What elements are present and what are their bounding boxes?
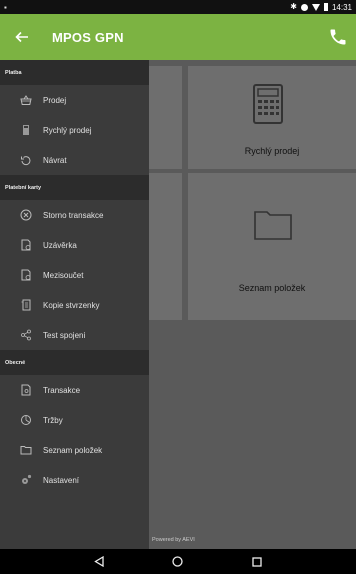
status-icons: ✱ 14:31	[290, 3, 352, 12]
status-time: 14:31	[331, 2, 352, 12]
drawer-item-mezisoucet[interactable]: Mezisoučet	[0, 260, 149, 290]
gear-icon	[19, 473, 33, 487]
drawer-item-label: Návrat	[43, 155, 67, 165]
drawer-item-label: Transakce	[43, 385, 81, 395]
bluetooth-icon: ✱	[290, 2, 297, 11]
drawer-item-label: Test spojeni	[43, 330, 86, 340]
drawer-item-label: Seznam položek	[43, 445, 103, 455]
drawer-item-prodej[interactable]: Prodej	[0, 85, 149, 115]
nav-back-button[interactable]	[92, 555, 106, 569]
share-icon	[19, 328, 33, 342]
section-header-obecne: Obecné	[0, 350, 149, 375]
triangle-back-icon	[94, 556, 104, 567]
drawer-item-seznam-polozek[interactable]: Seznam položek	[0, 435, 149, 465]
tile-rychly-prodej[interactable]: Rychlý prodej	[188, 66, 356, 169]
nav-home-button[interactable]	[171, 555, 185, 569]
tile-left-top[interactable]	[149, 66, 182, 169]
folder-icon	[254, 211, 292, 240]
wifi-icon	[311, 3, 320, 11]
nav-recents-button[interactable]	[250, 555, 264, 569]
basket-icon	[19, 93, 33, 107]
drawer-item-label: Uzávěrka	[43, 240, 77, 250]
drawer-item-label: Prodej	[43, 95, 67, 105]
pie-chart-icon	[19, 413, 33, 427]
phone-button[interactable]	[328, 27, 348, 47]
status-bar: ▪ ✱ 14:31	[0, 0, 356, 14]
drawer-item-nastaveni[interactable]: Nastavení	[0, 465, 149, 495]
drawer-item-transakce[interactable]: Transakce	[0, 375, 149, 405]
tile-label: Rychlý prodej	[244, 146, 300, 156]
battery-icon	[323, 3, 328, 11]
drawer-item-navrat[interactable]: Návrat	[0, 145, 149, 175]
document-search-icon	[19, 383, 33, 397]
drawer-item-storno-transakce[interactable]: Storno transakce	[0, 200, 149, 230]
document-icon	[19, 238, 33, 252]
undo-icon	[19, 153, 33, 167]
section-header-platebni-karty: Platební karty	[0, 175, 149, 200]
drawer-item-label: Mezisoučet	[43, 270, 84, 280]
drawer-item-label: Nastavení	[43, 475, 80, 485]
system-navigation-bar	[0, 549, 356, 574]
cancel-circle-icon	[19, 208, 33, 222]
app-title: MPOS GPN	[52, 29, 124, 45]
back-button[interactable]	[0, 14, 44, 60]
drawer-item-uzaverka[interactable]: Uzávěrka	[0, 230, 149, 260]
back-arrow-icon	[15, 31, 28, 43]
tile-label: Seznam položek	[238, 283, 306, 293]
drawer-item-trzby[interactable]: Tržby	[0, 405, 149, 435]
app-bar: MPOS GPN	[0, 14, 356, 60]
navigation-drawer: Platba Prodej Rychlý prodej Návrat Plate…	[0, 60, 149, 549]
drawer-item-label: Rychlý prodej	[43, 125, 92, 135]
section-header-platba: Platba	[0, 60, 149, 85]
calculator-icon	[19, 123, 33, 137]
powered-by-text: Powered by AEVI	[152, 537, 195, 543]
square-recents-icon	[251, 556, 262, 567]
phone-icon	[330, 29, 346, 45]
tile-seznam-polozek[interactable]: Seznam položek	[188, 173, 356, 320]
drawer-item-label: Kopie stvrzenky	[43, 300, 100, 310]
document-icon	[19, 268, 33, 282]
circle-home-icon	[172, 556, 184, 567]
drawer-item-rychly-prodej[interactable]: Rychlý prodej	[0, 115, 149, 145]
drawer-item-kopie-stvrzenky[interactable]: Kopie stvrzenky	[0, 290, 149, 320]
main-content: Rychlý prodej Seznam položek Powered by …	[149, 60, 356, 549]
calculator-icon	[253, 84, 283, 124]
notification-icon: ▪	[4, 2, 7, 12]
drawer-item-label: Tržby	[43, 415, 63, 425]
drawer-item-test-spojeni[interactable]: Test spojeni	[0, 320, 149, 350]
drawer-item-label: Storno transakce	[43, 210, 104, 220]
tile-left-bottom[interactable]	[149, 173, 182, 320]
minus-circle-icon	[300, 3, 308, 11]
folder-icon	[19, 443, 33, 457]
receipt-icon	[19, 298, 33, 312]
